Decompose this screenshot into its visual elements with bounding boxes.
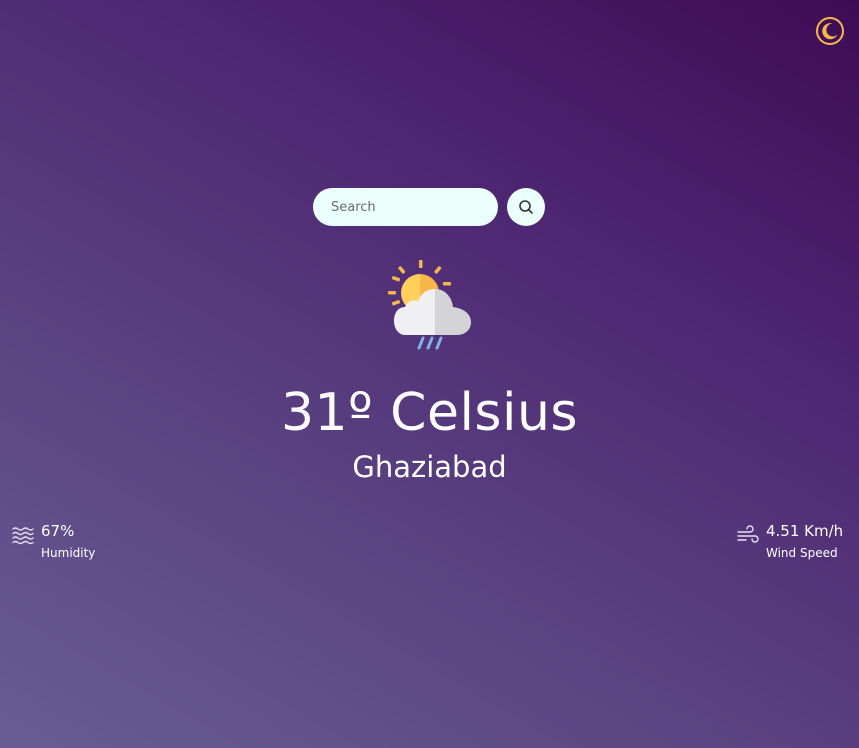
humidity-value: 67% — [41, 522, 75, 540]
sun-cloud-rain-icon — [388, 260, 471, 350]
wind-speed-value: 4.51 Km/h — [766, 522, 844, 540]
wind-icon — [737, 525, 759, 543]
wind-speed-label: Wind Speed — [766, 546, 838, 560]
wind-stat: 4.51 Km/h Wind Speed — [736, 521, 843, 565]
moon-icon — [816, 17, 844, 45]
city-name: Ghaziabad — [352, 450, 507, 484]
search-bar — [313, 188, 545, 226]
humidity-label: Humidity — [41, 546, 96, 560]
humidity-waves-icon — [12, 527, 34, 545]
search-button[interactable] — [507, 188, 545, 226]
humidity-stat: 67% Humidity — [11, 521, 95, 565]
search-input[interactable] — [313, 188, 498, 226]
temperature-value: 31º Celsius — [280, 383, 579, 443]
theme-toggle-button[interactable] — [815, 16, 845, 46]
search-icon — [519, 200, 533, 214]
